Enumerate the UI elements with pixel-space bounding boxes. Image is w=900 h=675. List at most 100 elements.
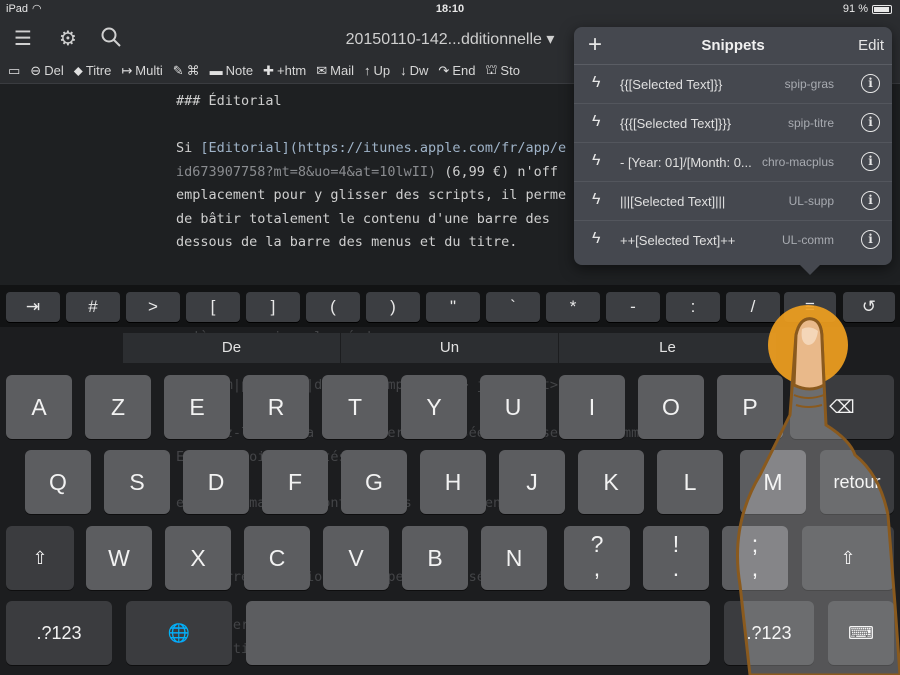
snippet-row[interactable]: ϟ {{{[Selected Text]}}} spip-titre i (574, 104, 892, 143)
key-t[interactable]: T (322, 375, 388, 439)
extra-key[interactable]: : (666, 292, 720, 322)
toolbar-button-sto[interactable]: ⛫ Sto (485, 62, 519, 80)
info-icon[interactable]: i (861, 152, 880, 171)
shift-left-key[interactable]: ⇧ (6, 526, 74, 590)
key-y[interactable]: Y (401, 375, 467, 439)
extra-key[interactable]: ≡ (784, 292, 836, 322)
editor-link[interactable]: [Editorial](https://itunes.apple.com/fr/… (200, 140, 566, 156)
info-icon[interactable]: i (861, 113, 880, 132)
gear-icon[interactable]: ⚙ (55, 26, 81, 52)
snippets-header: + Snippets Edit (574, 27, 892, 65)
toolbar-button-dw[interactable]: ↓ Dw (400, 63, 428, 78)
key-p[interactable]: P (717, 375, 783, 439)
extra-key[interactable]: ( (306, 292, 360, 322)
key-j[interactable]: J (499, 450, 565, 514)
extra-key[interactable]: ⇥ (6, 292, 60, 322)
menu-icon[interactable]: ☰ (10, 26, 36, 52)
snippet-text: |||[Selected Text]||| (620, 194, 726, 209)
extra-key[interactable]: " (426, 292, 480, 322)
toolbar-button-up[interactable]: ↑ Up (364, 63, 390, 78)
key-a[interactable]: A (6, 375, 72, 439)
pin-icon: ✚ (263, 62, 274, 78)
extra-keys-row: ⇥ # >[]() " ` * -: / ≡ ↺ (0, 285, 900, 327)
toolbar-button-end[interactable]: ↷ End (438, 63, 475, 79)
edit-icon: ✎ (172, 62, 184, 78)
toolbar-label: End (452, 63, 476, 78)
delete-circle-icon: ⊖ (30, 62, 42, 78)
toolbar-button-titre[interactable]: ⬥ Titre (74, 63, 112, 79)
key-i[interactable]: I (559, 375, 625, 439)
snippet-row[interactable]: ϟ {{[Selected Text]}} spip-gras i (574, 65, 892, 104)
bolt-icon: ϟ (592, 74, 601, 91)
edit-snippets-button[interactable]: Edit (858, 37, 884, 54)
key-w[interactable]: W (86, 526, 152, 590)
globe-key[interactable]: 🌐 (126, 601, 232, 665)
shift-right-key[interactable]: ⇧ (802, 526, 894, 590)
toolbar-button-mail[interactable]: ✉ Mail (316, 63, 354, 79)
key-m[interactable]: M (740, 450, 806, 514)
toolbar-label: ⌘ (186, 62, 200, 78)
numbers-key-left[interactable]: .?123 (6, 601, 112, 665)
toolbar-button-note[interactable]: ▬ Note (210, 63, 253, 78)
key-d[interactable]: D (183, 450, 249, 514)
key-q[interactable]: Q (25, 450, 91, 514)
key-e[interactable]: E (164, 375, 230, 439)
extra-key[interactable]: - (606, 292, 660, 322)
suggestion-item[interactable]: De (123, 333, 341, 363)
toolbar-button-4[interactable]: ✎ ⌘ (173, 63, 200, 79)
backspace-key[interactable]: ⌫ (790, 375, 894, 439)
info-icon[interactable]: i (861, 191, 880, 210)
info-icon[interactable]: i (861, 74, 880, 93)
extra-key[interactable]: ) (366, 292, 420, 322)
key-h[interactable]: H (420, 450, 486, 514)
extra-key[interactable]: * (546, 292, 600, 322)
punctuation-key[interactable]: ; , (722, 526, 788, 590)
extra-key[interactable]: / (726, 292, 780, 322)
numbers-key-right[interactable]: .?123 (724, 601, 814, 665)
return-key[interactable]: retour (820, 450, 894, 514)
extra-key[interactable]: # (66, 292, 120, 322)
key-v[interactable]: V (323, 526, 389, 590)
key-c[interactable]: C (244, 526, 310, 590)
hide-keyboard-key[interactable]: ⌨ (828, 601, 894, 665)
punctuation-key[interactable]: ! . (643, 526, 709, 590)
key-x[interactable]: X (165, 526, 231, 590)
punctuation-key[interactable]: ? , (564, 526, 630, 590)
key-f[interactable]: F (262, 450, 328, 514)
key-n[interactable]: N (481, 526, 547, 590)
snippet-row[interactable]: ϟ ++[Selected Text]++ UL-comm i (574, 221, 892, 260)
key-u[interactable]: U (480, 375, 546, 439)
toolbar-label: Del (44, 63, 64, 78)
stamp-icon: ⛫ (485, 61, 498, 77)
key-s[interactable]: S (104, 450, 170, 514)
search-icon[interactable] (98, 26, 124, 52)
extra-key[interactable]: ` (486, 292, 540, 322)
key-l[interactable]: L (657, 450, 723, 514)
toolbar-button-htm[interactable]: ✚ +htm (263, 63, 306, 79)
key-g[interactable]: G (341, 450, 407, 514)
extra-key[interactable]: > (126, 292, 180, 322)
key-z[interactable]: Z (85, 375, 151, 439)
extra-key[interactable]: ] (246, 292, 300, 322)
space-bar[interactable] (246, 601, 710, 665)
snippet-row[interactable]: ϟ - [Year: 01]/[Month: 0... chro-macplus i (574, 143, 892, 182)
document-title[interactable]: 20150110-142...dditionnelle ▾ (300, 29, 600, 49)
extra-key[interactable]: [ (186, 292, 240, 322)
suggestion-item[interactable]: Un (341, 333, 559, 363)
suggestion-item[interactable]: Le (559, 333, 777, 363)
key-b[interactable]: B (402, 526, 468, 590)
snippet-row[interactable]: ϟ |||[Selected Text]||| UL-supp i (574, 182, 892, 221)
status-bar: iPad ◠ 18:10 91 % (0, 0, 900, 20)
key-o[interactable]: O (638, 375, 704, 439)
key-k[interactable]: K (578, 450, 644, 514)
extra-key[interactable]: ↺ (843, 292, 895, 322)
battery-icon (872, 4, 892, 14)
battery-percent: 91 % (842, 3, 868, 15)
toolbar-button-multi[interactable]: ↦ Multi (121, 63, 162, 79)
info-icon[interactable]: i (861, 230, 880, 249)
toolbar-button-0[interactable]: ▭ (8, 63, 20, 79)
snippet-abbreviation: chro-macplus (761, 155, 834, 169)
snippet-abbreviation: UL-supp (788, 194, 834, 208)
key-r[interactable]: R (243, 375, 309, 439)
toolbar-button-del[interactable]: ⊖ Del (30, 63, 63, 79)
